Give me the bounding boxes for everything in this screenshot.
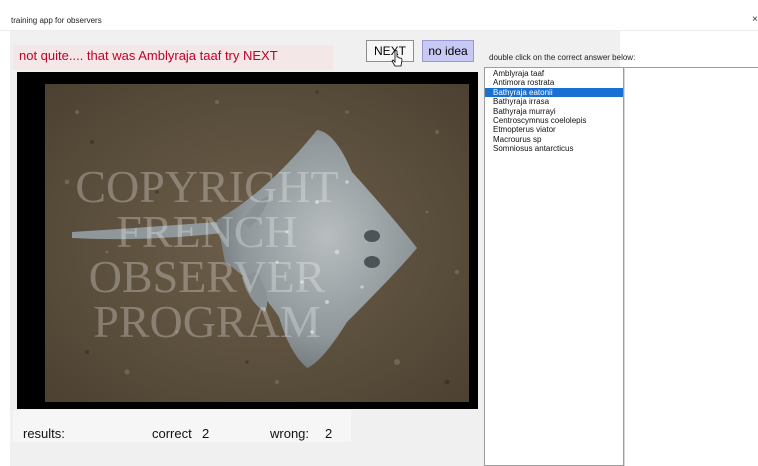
species-list-item[interactable]: Bathyraja murrayi bbox=[485, 107, 623, 116]
species-list-item[interactable]: Amblyraja taaf bbox=[485, 69, 623, 78]
species-list-item[interactable]: Antimora rostrata bbox=[485, 78, 623, 87]
feedback-message: not quite.... that was Amblyraja taaf tr… bbox=[19, 48, 278, 63]
correct-count: 2 bbox=[202, 426, 210, 441]
next-button[interactable]: NEXT bbox=[366, 40, 414, 62]
species-list-item[interactable]: Centroscymnus coelolepis bbox=[485, 116, 623, 125]
window-title: training app for observers bbox=[11, 16, 102, 25]
no-idea-button[interactable]: no idea bbox=[422, 40, 474, 62]
watermark-line-4: PROGRAM bbox=[93, 296, 321, 347]
watermark-line-1: COPYRIGHT bbox=[75, 161, 338, 212]
wrong-count: 2 bbox=[325, 426, 333, 441]
results-label: results: bbox=[23, 426, 65, 441]
pointer-cursor-icon bbox=[391, 50, 403, 67]
species-list-item[interactable]: Somniosus antarcticus bbox=[485, 144, 623, 153]
watermark-line-2: FRENCH bbox=[116, 206, 297, 257]
specimen-photo: COPYRIGHT FRENCH OBSERVER PROGRAM bbox=[17, 72, 478, 409]
wrong-label: wrong: bbox=[270, 426, 310, 441]
species-list-item[interactable]: Macrourus sp bbox=[485, 135, 623, 144]
app-window: training app for observers × not quite..… bbox=[0, 0, 758, 466]
instructions-label: double click on the correct answer below… bbox=[489, 53, 636, 62]
watermark-line-3: OBSERVER bbox=[89, 251, 326, 302]
species-list-item[interactable]: Etmopterus viator bbox=[485, 125, 623, 134]
correct-label: correct bbox=[152, 426, 192, 441]
species-list-item[interactable]: Bathyraja eatonii bbox=[485, 87, 623, 98]
close-icon[interactable]: × bbox=[752, 14, 758, 26]
answer-panel bbox=[624, 67, 758, 466]
title-bar: training app for observers × bbox=[0, 0, 758, 31]
species-list-item[interactable]: Bathyraja irrasa bbox=[485, 97, 623, 106]
species-listbox[interactable]: Amblyraja taaf Antimora rostrata Bathyraja… bbox=[484, 67, 624, 466]
